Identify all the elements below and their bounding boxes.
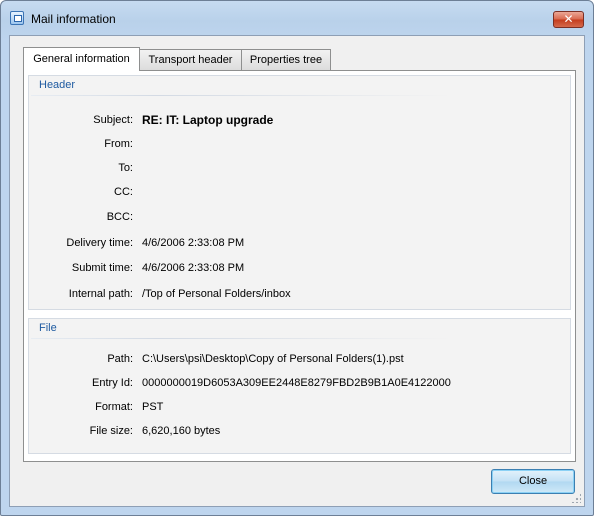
title-bar[interactable]: Mail information ✕: [1, 1, 593, 35]
window-title: Mail information: [31, 12, 116, 26]
field-label: Internal path:: [68, 288, 133, 300]
field-row-path: Path: C:\Users\psi\Desktop\Copy of Perso…: [29, 353, 569, 369]
close-button-label: Close: [518, 475, 548, 487]
field-row-cc: CC:: [29, 186, 569, 202]
file-group-title: File: [39, 322, 57, 334]
tab-label: General information: [33, 53, 130, 65]
tab-general-information[interactable]: General information: [23, 47, 140, 71]
tab-label: Properties tree: [249, 54, 323, 66]
mail-info-icon: [10, 11, 24, 25]
file-group: File Path: C:\Users\psi\Desktop\Copy of …: [28, 318, 571, 454]
field-label: To:: [118, 162, 133, 174]
field-label: Subject:: [93, 114, 133, 126]
field-row-delivery-time: Delivery time: 4/6/2006 2:33:08 PM: [29, 237, 569, 253]
tab-properties-tree[interactable]: Properties tree: [241, 49, 331, 70]
field-row-bcc: BCC:: [29, 211, 569, 227]
submit-time-value[interactable]: 4/6/2006 2:33:08 PM: [142, 262, 244, 274]
internal-path-value[interactable]: /Top of Personal Folders/inbox: [142, 288, 291, 300]
field-label: Delivery time:: [66, 237, 133, 249]
subject-value[interactable]: RE: IT: Laptop upgrade: [142, 113, 273, 127]
field-row-internal-path: Internal path: /Top of Personal Folders/…: [29, 288, 569, 304]
group-divider: [31, 95, 451, 96]
general-information-panel: Header Subject: RE: IT: Laptop upgrade F…: [23, 70, 576, 462]
tab-transport-header[interactable]: Transport header: [139, 49, 242, 70]
mail-information-window: Mail information ✕ General information T…: [0, 0, 594, 516]
field-label: Format:: [95, 401, 133, 413]
delivery-time-value[interactable]: 4/6/2006 2:33:08 PM: [142, 237, 244, 249]
field-row-file-size: File size: 6,620,160 bytes: [29, 425, 569, 441]
field-label: Submit time:: [71, 262, 133, 274]
group-divider: [31, 338, 451, 339]
field-row-submit-time: Submit time: 4/6/2006 2:33:08 PM: [29, 262, 569, 278]
entry-id-value[interactable]: 0000000019D6053A309EE2448E8279FBD2B9B1A0…: [142, 377, 451, 389]
close-icon: ✕: [563, 12, 574, 26]
field-label: Path:: [107, 353, 133, 365]
field-row-entry-id: Entry Id: 0000000019D6053A309EE2448E8279…: [29, 377, 569, 393]
field-row-subject: Subject: RE: IT: Laptop upgrade: [29, 113, 569, 130]
field-label: BCC:: [106, 211, 133, 223]
field-row-format: Format: PST: [29, 401, 569, 417]
tab-label: Transport header: [148, 54, 233, 66]
format-value[interactable]: PST: [142, 401, 163, 413]
field-label: File size:: [89, 425, 133, 437]
path-value[interactable]: C:\Users\psi\Desktop\Copy of Personal Fo…: [142, 353, 404, 365]
header-group: Header Subject: RE: IT: Laptop upgrade F…: [28, 75, 571, 310]
dialog-client-area: General information Transport header Pro…: [9, 35, 585, 507]
header-group-title: Header: [39, 79, 76, 91]
field-label: From:: [104, 138, 133, 150]
field-row-from: From:: [29, 138, 569, 154]
close-button[interactable]: Close: [491, 469, 575, 494]
field-label: Entry Id:: [92, 377, 133, 389]
resize-grip[interactable]: [571, 493, 581, 503]
file-size-value[interactable]: 6,620,160 bytes: [142, 425, 220, 437]
window-close-button[interactable]: ✕: [553, 11, 584, 28]
field-label: CC:: [114, 186, 133, 198]
field-row-to: To:: [29, 162, 569, 178]
